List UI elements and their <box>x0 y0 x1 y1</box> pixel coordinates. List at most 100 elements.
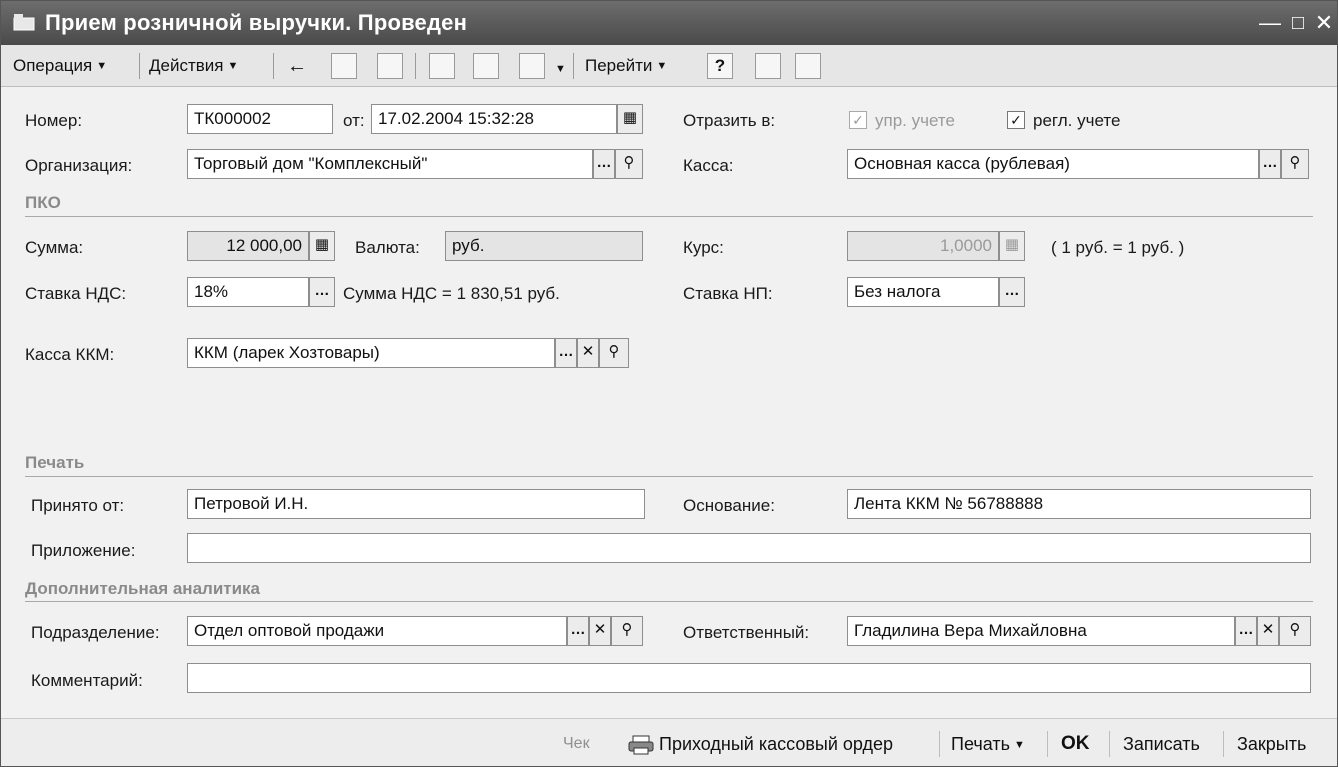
footer-divider <box>939 731 940 757</box>
kassa-label: Касса: <box>683 156 734 175</box>
resp-label: Ответственный: <box>683 623 810 642</box>
rate-field: 1,0000 <box>847 231 999 261</box>
calendar-icon[interactable]: ▦ <box>617 104 643 134</box>
actions-menu[interactable]: Действия ▼ <box>149 53 238 79</box>
appendix-label: Приложение: <box>31 541 136 560</box>
structure-icon[interactable] <box>519 53 545 79</box>
title-bar[interactable]: Прием розничной выручки. Проведен — □ ✕ <box>1 1 1337 45</box>
chevron-down-icon[interactable]: ▼ <box>555 63 566 75</box>
basis-label: Основание: <box>683 496 775 515</box>
analytics-section-title: Дополнительная аналитика <box>25 579 261 598</box>
minimize-icon[interactable]: — <box>1257 10 1283 36</box>
org-label: Организация: <box>25 156 133 175</box>
currency-label: Валюта: <box>355 238 420 257</box>
close-icon[interactable]: ✕ <box>1311 10 1337 36</box>
comment-field[interactable] <box>187 663 1311 693</box>
vat-label: Ставка НДС: <box>25 284 127 303</box>
list-icon[interactable] <box>755 53 781 79</box>
clear-icon[interactable]: ✕ <box>1257 616 1279 646</box>
print-menu-button[interactable]: Печать ▼ <box>951 729 1025 759</box>
ellipsis-icon[interactable]: … <box>567 616 589 646</box>
org-field[interactable]: Торговый дом "Комплексный" <box>187 149 593 179</box>
check-button: Чек <box>563 735 590 752</box>
ellipsis-icon[interactable]: … <box>999 277 1025 307</box>
from-field[interactable]: Петровой И.Н. <box>187 489 645 519</box>
ellipsis-icon[interactable]: … <box>555 338 577 368</box>
search-icon[interactable]: ⚲ <box>1281 149 1309 179</box>
footer-divider <box>1109 731 1110 757</box>
sum-field[interactable]: 12 000,00 <box>187 231 309 261</box>
printer-icon <box>628 735 654 755</box>
toolbar-divider <box>573 53 574 79</box>
basis-field[interactable]: Лента ККМ № 56788888 <box>847 489 1311 519</box>
chevron-down-icon: ▼ <box>96 60 108 72</box>
currency-field[interactable]: руб. <box>445 231 643 261</box>
footer-divider <box>1047 731 1048 757</box>
window-title: Прием розничной выручки. Проведен <box>45 10 468 35</box>
ellipsis-icon[interactable]: … <box>593 149 615 179</box>
kassa-field[interactable]: Основная касса (рублевая) <box>847 149 1259 179</box>
footer-bar: Чек Приходный кассовый ордер Печать ▼ OK … <box>1 718 1337 766</box>
ellipsis-icon[interactable]: … <box>309 277 335 307</box>
close-button[interactable]: Закрыть <box>1237 729 1306 759</box>
goto-menu-label: Перейти <box>585 56 653 75</box>
back-icon[interactable]: ← <box>287 53 307 79</box>
operation-menu[interactable]: Операция ▼ <box>13 53 107 79</box>
vat-rate-field[interactable]: 18% <box>187 277 309 307</box>
toolbar-divider <box>415 53 416 79</box>
clear-icon[interactable]: ✕ <box>589 616 611 646</box>
vat-sum-text: Сумма НДС = 1 830,51 руб. <box>343 284 560 303</box>
dept-field[interactable]: Отдел оптовой продажи <box>187 616 567 646</box>
operation-menu-label: Операция <box>13 56 93 75</box>
np-rate-field[interactable]: Без налога <box>847 277 999 307</box>
save-button[interactable]: Записать <box>1123 729 1200 759</box>
post-icon[interactable] <box>429 53 455 79</box>
search-icon[interactable]: ⚲ <box>1279 616 1311 646</box>
calculator-icon: ▦ <box>999 231 1025 261</box>
chevron-down-icon: ▼ <box>227 60 239 72</box>
ellipsis-icon[interactable]: … <box>1235 616 1257 646</box>
resp-field[interactable]: Гладилина Вера Михайловна <box>847 616 1235 646</box>
help-icon[interactable]: ? <box>707 53 733 79</box>
maximize-icon[interactable]: □ <box>1285 10 1311 36</box>
copy-icon[interactable] <box>331 53 357 79</box>
toolbar-divider <box>273 53 274 79</box>
search-icon[interactable]: ⚲ <box>611 616 643 646</box>
toolbar: Операция ▼ Действия ▼ ← ▼ Перейти ▼ ? <box>1 45 1337 87</box>
date-field[interactable]: 17.02.2004 15:32:28 <box>371 104 617 134</box>
section-divider <box>25 216 1313 217</box>
ok-button[interactable]: OK <box>1061 729 1090 759</box>
print-menu-label: Печать <box>951 734 1010 754</box>
sum-label: Сумма: <box>25 238 84 257</box>
search-icon[interactable]: ⚲ <box>615 149 643 179</box>
pko-section-title: ПКО <box>25 193 61 212</box>
number-label: Номер: <box>25 111 83 130</box>
ellipsis-icon[interactable]: … <box>1259 149 1281 179</box>
date-label: от: <box>343 111 365 130</box>
number-field[interactable]: ТК000002 <box>187 104 333 134</box>
chevron-down-icon: ▼ <box>1013 739 1025 751</box>
goto-menu[interactable]: Перейти ▼ <box>585 53 667 79</box>
pko-order-label: Приходный кассовый ордер <box>659 734 894 754</box>
pko-order-button[interactable]: Приходный кассовый ордер <box>627 729 893 759</box>
appendix-field[interactable] <box>187 533 1311 563</box>
calculator-icon[interactable]: ▦ <box>309 231 335 261</box>
kkm-field[interactable]: ККМ (ларек Хозтовары) <box>187 338 555 368</box>
unpost-icon[interactable] <box>473 53 499 79</box>
settings-icon[interactable] <box>795 53 821 79</box>
forward-icon[interactable] <box>377 53 403 79</box>
section-divider <box>25 476 1313 477</box>
toolbar-divider <box>139 53 140 79</box>
rate-label: Курс: <box>683 238 724 257</box>
print-section-title: Печать <box>25 453 85 472</box>
regl-checkbox[interactable]: ✓ <box>1007 111 1025 129</box>
upr-label: упр. учете <box>875 111 955 130</box>
window-icon <box>13 14 35 31</box>
search-icon[interactable]: ⚲ <box>599 338 629 368</box>
document-window: Прием розничной выручки. Проведен — □ ✕ … <box>0 0 1338 767</box>
upr-checkbox: ✓ <box>849 111 867 129</box>
from-label: Принято от: <box>31 496 125 515</box>
footer-divider <box>1223 731 1224 757</box>
clear-icon[interactable]: ✕ <box>577 338 599 368</box>
chevron-down-icon: ▼ <box>656 60 668 72</box>
